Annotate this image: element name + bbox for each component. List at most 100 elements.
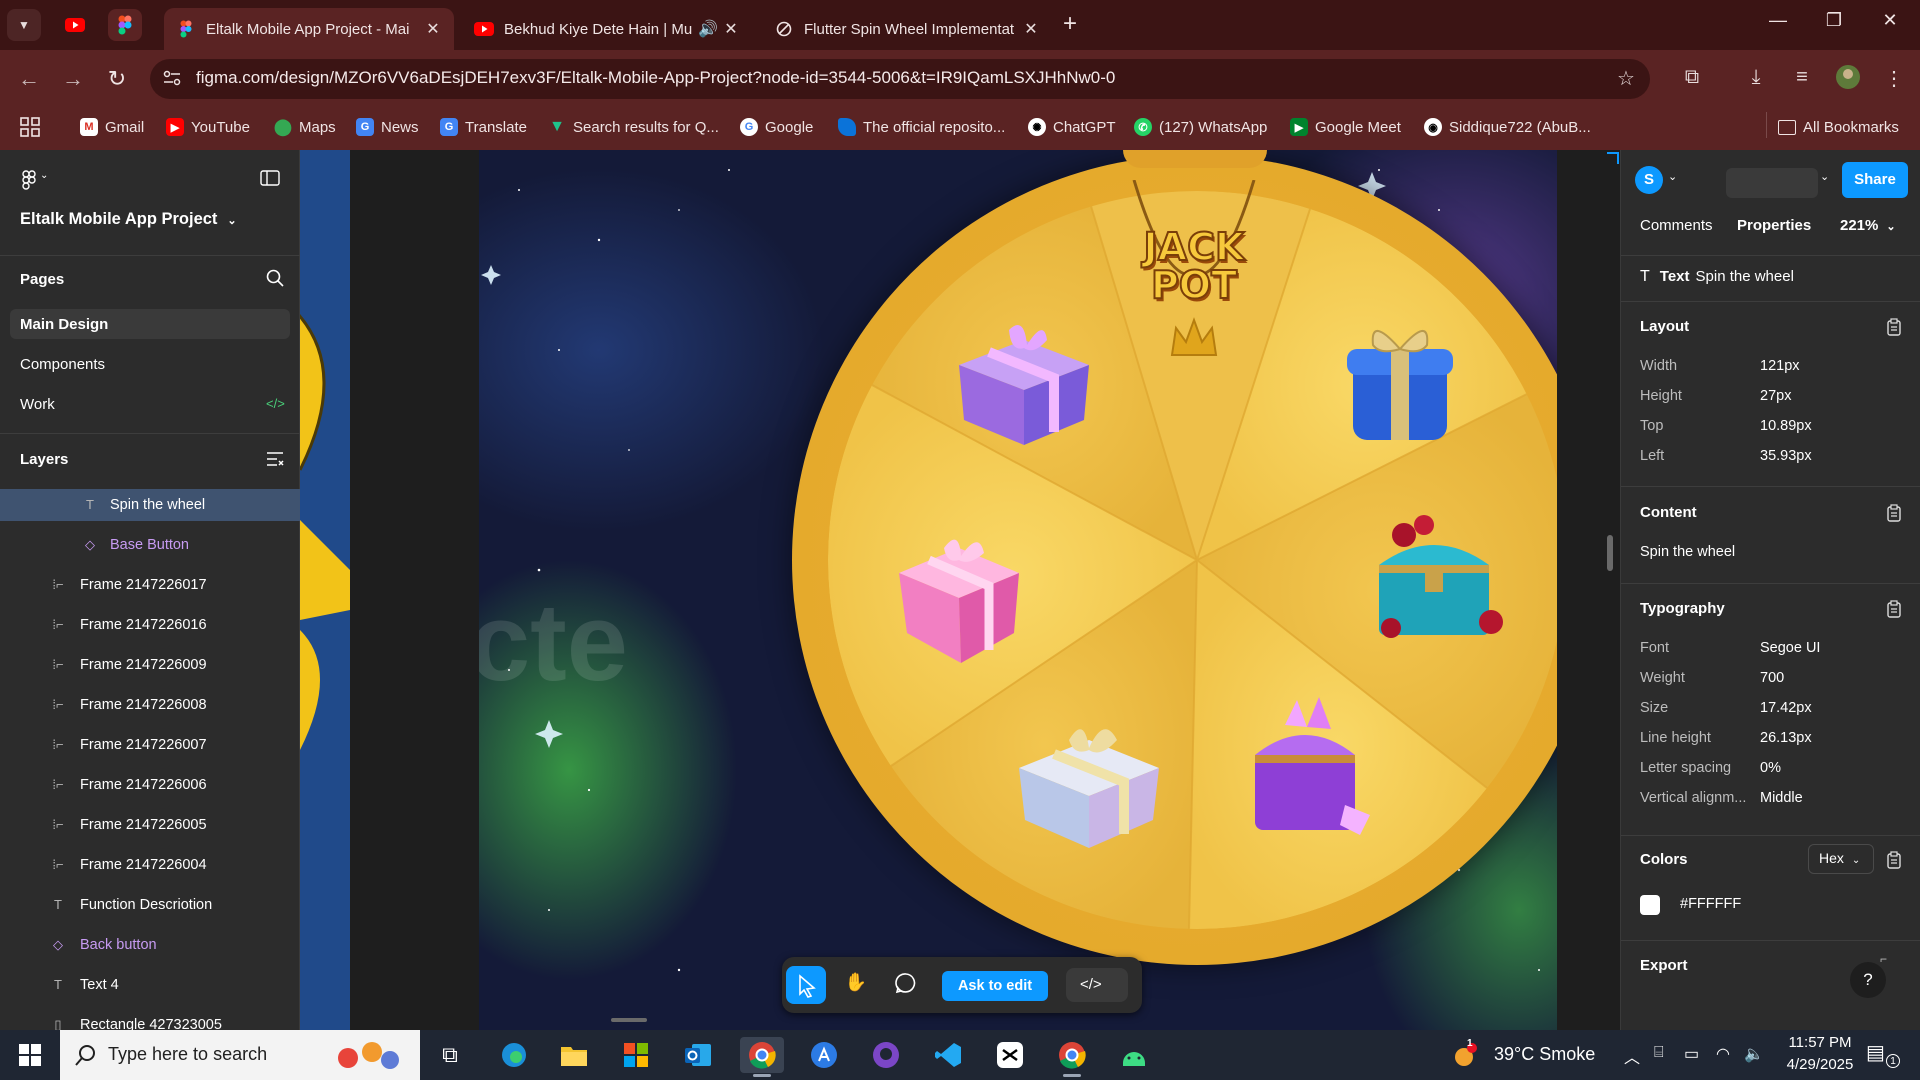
all-bookmarks[interactable]: All Bookmarks (1778, 116, 1899, 138)
dev-mode-toggle[interactable]: </> (1066, 968, 1128, 1002)
bookmark-news[interactable]: G News (356, 116, 419, 138)
copy-clipboard-icon[interactable] (1886, 318, 1902, 336)
property-value[interactable]: 35.93px (1760, 448, 1812, 464)
close-window-icon[interactable]: ✕ (1870, 10, 1910, 31)
microsoft-store-app[interactable] (614, 1037, 658, 1073)
vertical-scrollbar[interactable] (1607, 535, 1613, 571)
browser-menu-icon[interactable]: ⋮ (1880, 66, 1908, 91)
bookmark-star-icon[interactable]: ☆ (1612, 66, 1640, 91)
forward-icon[interactable]: → (58, 66, 88, 92)
layer-row[interactable]: ⁞⌐ Frame 2147226005 (0, 811, 300, 841)
taskbar-date[interactable]: 4/29/2025 (1780, 1056, 1860, 1073)
layer-row[interactable]: ⁞⌐ Frame 2147226004 (0, 851, 300, 881)
property-value[interactable]: 10.89px (1760, 418, 1812, 434)
taskbar-time[interactable]: 11:57 PM (1784, 1034, 1856, 1051)
tab-flutter-spin[interactable]: Flutter Spin Wheel Implementat ✕ (762, 8, 1052, 50)
restore-icon[interactable]: ❐ (1814, 10, 1854, 31)
wifi-icon[interactable]: ◠ (1716, 1044, 1730, 1064)
speaker-icon[interactable]: 🔊 (694, 19, 722, 39)
property-value[interactable]: Segoe UI (1760, 640, 1820, 656)
help-button[interactable]: ? (1850, 962, 1886, 998)
minimize-icon[interactable]: — (1758, 10, 1798, 31)
property-value[interactable]: 700 (1760, 670, 1784, 686)
layer-row[interactable]: ⁞⌐ Frame 2147226017 (0, 571, 300, 601)
media-control-icon[interactable]: ≡ (1788, 66, 1816, 89)
toggle-sidebar-icon[interactable] (260, 170, 280, 190)
close-tab-icon[interactable]: ✕ (722, 19, 740, 39)
extensions-icon[interactable]: ⧉ (1678, 66, 1706, 89)
tab-search-dropdown[interactable]: ▼ (7, 9, 41, 41)
space-background-frame[interactable]: cte tee (479, 150, 1557, 1030)
figma-canvas[interactable]: cte tee (300, 150, 1620, 1030)
bookmark-search-results[interactable]: ▼ Search results for Q... (548, 116, 719, 138)
bookmark-maps[interactable]: ⬤ Maps (274, 116, 336, 138)
expand-corner-icon[interactable]: ⌐ (1880, 952, 1887, 966)
battery-icon[interactable]: ▭ (1684, 1044, 1699, 1064)
chrome-app[interactable] (740, 1037, 784, 1073)
color-swatch[interactable] (1640, 895, 1660, 915)
edge-app[interactable] (492, 1037, 536, 1073)
bookmark-translate[interactable]: G Translate (440, 116, 527, 138)
user-avatar[interactable]: S (1635, 166, 1663, 194)
new-tab-icon[interactable]: + (1063, 10, 1077, 38)
layer-row[interactable]: T Spin the wheel (0, 491, 300, 521)
layer-row[interactable]: ⁞⌐ Frame 2147226008 (0, 691, 300, 721)
layer-row[interactable]: T Text 4 (0, 971, 300, 1001)
task-view-icon[interactable]: ⧉ (428, 1037, 472, 1073)
property-value[interactable]: 121px (1760, 358, 1800, 374)
tab-comments[interactable]: Comments (1640, 217, 1713, 234)
layer-row[interactable]: ◇ Base Button (0, 531, 300, 561)
chevron-down-icon[interactable]: ⌄ (1668, 170, 1677, 183)
start-button[interactable] (8, 1037, 52, 1073)
layer-row[interactable]: ⁞⌐ Frame 2147226007 (0, 731, 300, 761)
close-tab-icon[interactable]: ✕ (424, 19, 442, 39)
color-hex-value[interactable]: #FFFFFF (1680, 896, 1741, 912)
bookmark-google[interactable]: G Google (740, 116, 813, 138)
bookmark-official-repo[interactable]: The official reposito... (838, 116, 1005, 138)
search-icon[interactable] (266, 269, 284, 291)
android-studio-app[interactable] (1112, 1037, 1156, 1073)
move-tool-button[interactable] (786, 966, 826, 1004)
page-work[interactable]: Work (20, 396, 55, 413)
project-title[interactable]: Eltalk Mobile App Project ⌄ (20, 210, 237, 229)
bookmark-whatsapp[interactable]: ✆ (127) WhatsApp (1134, 116, 1267, 138)
back-icon[interactable]: ← (14, 66, 44, 92)
notification-center-icon[interactable]: ▤ (1866, 1040, 1885, 1065)
copy-clipboard-icon[interactable] (1886, 600, 1902, 618)
ask-to-edit-button[interactable]: Ask to edit (942, 971, 1048, 1001)
chevron-down-icon[interactable]: ⌄ (1820, 170, 1829, 183)
copy-clipboard-icon[interactable] (1886, 504, 1902, 522)
weather-widget[interactable] (1448, 1037, 1482, 1073)
volume-icon[interactable]: 🔈 (1744, 1044, 1764, 1064)
profile-avatar[interactable] (1834, 64, 1862, 96)
download-icon[interactable]: ⤓ (1742, 66, 1770, 89)
outlook-app[interactable] (676, 1037, 720, 1073)
bookmark-youtube[interactable]: ▶ YouTube (166, 116, 250, 138)
layer-row[interactable]: ⁞⌐ Frame 2147226016 (0, 611, 300, 641)
site-settings-icon[interactable] (162, 68, 182, 88)
copy-clipboard-icon[interactable] (1886, 851, 1902, 869)
tab-figma-project[interactable]: Eltalk Mobile App Project - Mai ✕ (164, 8, 454, 50)
horizontal-scrollbar[interactable] (611, 1018, 647, 1022)
collapse-layers-icon[interactable] (266, 451, 284, 471)
chrome-profile-app[interactable] (1050, 1037, 1094, 1073)
meet-now-icon[interactable]: ⌸ (1654, 1044, 1664, 1062)
content-value[interactable]: Spin the wheel (1640, 544, 1735, 560)
page-components[interactable]: Components (20, 356, 105, 373)
bookmark-chatgpt[interactable]: ✺ ChatGPT (1028, 116, 1116, 138)
layer-row[interactable]: ⁞⌐ Frame 2147226006 (0, 771, 300, 801)
close-tab-icon[interactable]: ✕ (1022, 19, 1040, 39)
youtube-pinned-tab[interactable] (58, 9, 92, 41)
apps-grid-icon[interactable] (20, 116, 40, 138)
property-value[interactable]: Middle (1760, 790, 1803, 806)
property-value[interactable]: 17.42px (1760, 700, 1812, 716)
bookmark-google-meet[interactable]: ▶ Google Meet (1290, 116, 1401, 138)
reload-icon[interactable]: ↻ (102, 66, 132, 92)
property-value[interactable]: 0% (1760, 760, 1781, 776)
bookmark-github[interactable]: ◉ Siddique722 (AbuB... (1424, 116, 1591, 138)
figma-pinned-tab[interactable] (108, 9, 142, 41)
property-value[interactable]: 26.13px (1760, 730, 1812, 746)
tab-youtube-song[interactable]: Bekhud Kiye Dete Hain | Mu 🔊 ✕ (462, 8, 752, 50)
bookmark-gmail[interactable]: M Gmail (80, 116, 144, 138)
share-button[interactable]: Share (1842, 162, 1908, 198)
